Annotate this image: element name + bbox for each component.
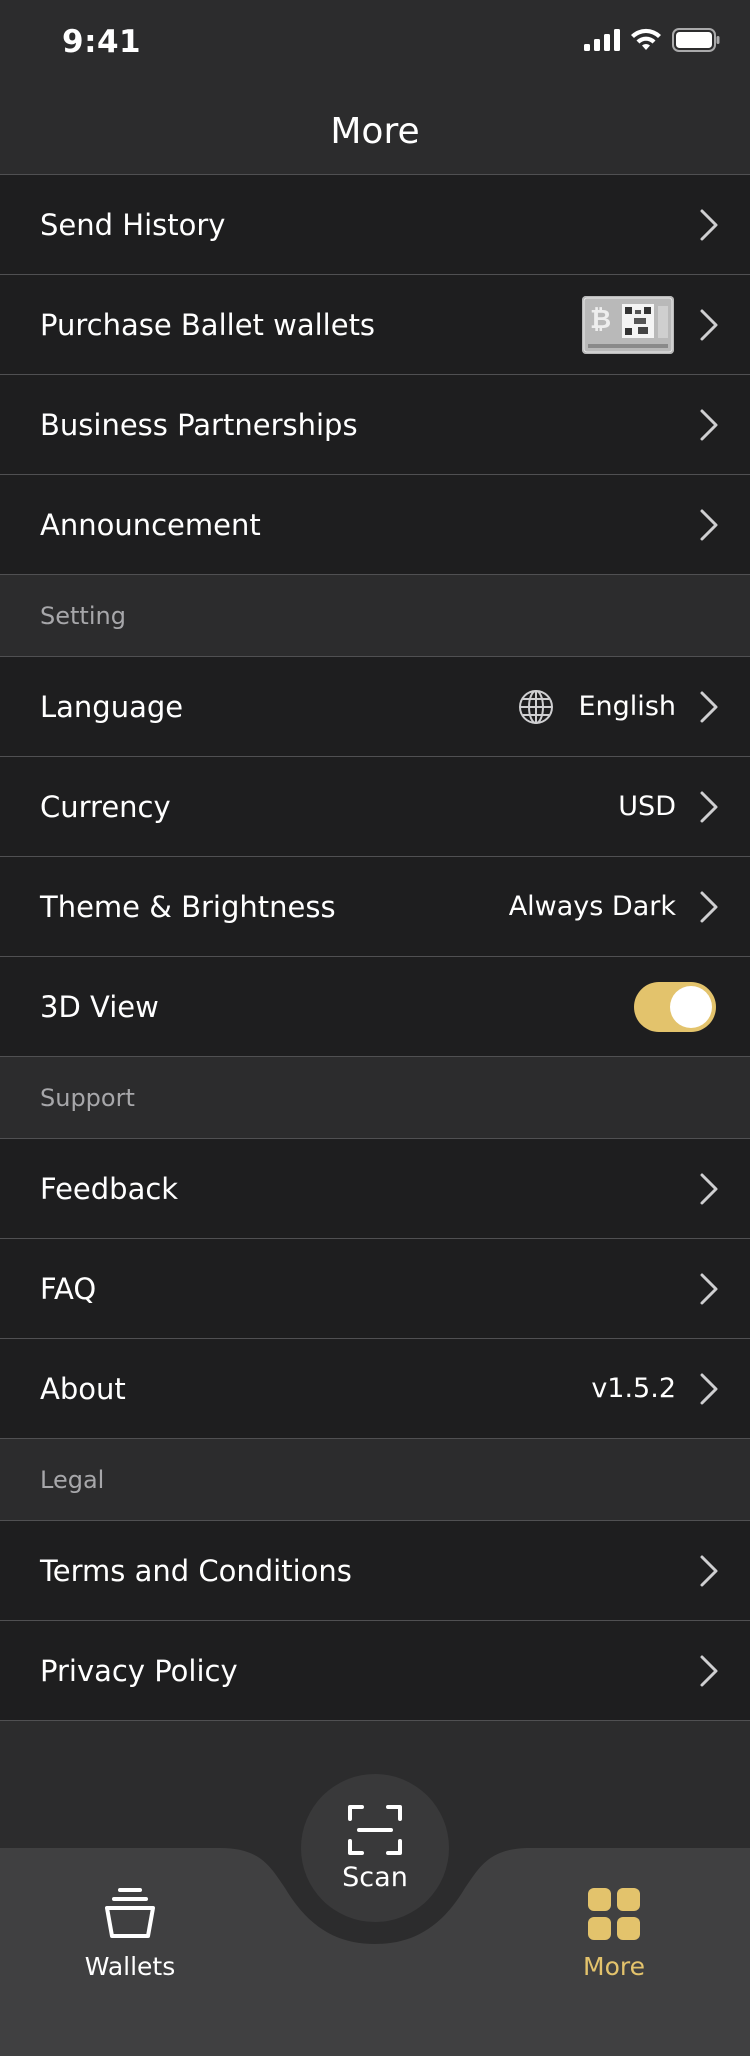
chevron-right-icon: [700, 209, 718, 240]
row-label: Purchase Ballet wallets: [40, 307, 376, 342]
status-icons: [584, 28, 720, 52]
more-grid-icon: [588, 1888, 640, 1940]
cellular-signal-icon: [584, 29, 620, 51]
chevron-right-icon: [700, 309, 718, 340]
row-label: Privacy Policy: [40, 1653, 238, 1688]
chevron-right-icon: [700, 691, 718, 722]
language-row[interactable]: Language English: [0, 657, 750, 757]
section-header-setting: Setting: [0, 575, 750, 657]
3d-view-toggle[interactable]: [634, 981, 716, 1032]
section-label: Support: [40, 1083, 135, 1112]
purchase-ballet-wallets-row[interactable]: Purchase Ballet wallets ₿: [0, 275, 750, 375]
section-header-support: Support: [0, 1057, 750, 1139]
row-label: Theme & Brightness: [40, 889, 336, 924]
status-time: 9:41: [62, 24, 142, 60]
chevron-right-icon: [700, 891, 718, 922]
currency-value: USD: [618, 791, 676, 822]
row-label: Terms and Conditions: [40, 1553, 352, 1588]
row-label: Feedback: [40, 1171, 179, 1206]
row-label: Send History: [40, 207, 226, 242]
wifi-icon: [631, 28, 661, 50]
section-label: Setting: [40, 601, 126, 630]
row-label: Business Partnerships: [40, 407, 358, 442]
section-header-legal: Legal: [0, 1439, 750, 1521]
privacy-policy-row[interactable]: Privacy Policy: [0, 1621, 750, 1721]
wallets-icon: [105, 1888, 155, 1938]
globe-icon: [518, 689, 553, 724]
terms-and-conditions-row[interactable]: Terms and Conditions: [0, 1521, 750, 1621]
row-label: Currency: [40, 789, 171, 824]
status-bar: 9:41: [0, 0, 750, 88]
tab-wallets[interactable]: Wallets: [70, 1886, 190, 1981]
chevron-right-icon: [700, 1173, 718, 1204]
chevron-right-icon: [700, 409, 718, 440]
chevron-right-icon: [700, 791, 718, 822]
row-label: About: [40, 1371, 126, 1406]
chevron-right-icon: [700, 1273, 718, 1304]
about-row[interactable]: About v1.5.2: [0, 1339, 750, 1439]
theme-brightness-row[interactable]: Theme & Brightness Always Dark: [0, 857, 750, 957]
scan-button[interactable]: Scan: [301, 1774, 449, 1922]
page-title: More: [330, 110, 420, 152]
tab-label: More: [583, 1952, 645, 1981]
announcement-row[interactable]: Announcement: [0, 475, 750, 575]
tab-label: Wallets: [84, 1952, 176, 1981]
row-label: Language: [40, 689, 184, 724]
row-label: 3D View: [40, 989, 159, 1024]
chevron-right-icon: [700, 1555, 718, 1586]
3d-view-row: 3D View: [0, 957, 750, 1057]
tab-more[interactable]: More: [554, 1886, 674, 1981]
chevron-right-icon: [700, 1655, 718, 1686]
feedback-row[interactable]: Feedback: [0, 1139, 750, 1239]
send-history-row[interactable]: Send History: [0, 175, 750, 275]
ballet-wallet-card-image: ₿: [582, 295, 674, 354]
section-label: Legal: [40, 1465, 105, 1494]
language-value: English: [578, 691, 677, 722]
chevron-right-icon: [700, 1373, 718, 1404]
theme-value: Always Dark: [508, 891, 676, 922]
business-partnerships-row[interactable]: Business Partnerships: [0, 375, 750, 475]
row-label: FAQ: [40, 1271, 97, 1306]
version-value: v1.5.2: [591, 1373, 676, 1404]
toggle-knob: [670, 985, 712, 1028]
chevron-right-icon: [700, 509, 718, 540]
scan-label: Scan: [342, 1861, 408, 1893]
currency-row[interactable]: Currency USD: [0, 757, 750, 857]
navigation-bar: More: [0, 88, 750, 175]
scan-icon: [348, 1804, 402, 1855]
row-label: Announcement: [40, 507, 261, 542]
battery-icon: [672, 28, 720, 52]
settings-list: Send History Purchase Ballet wallets ₿ B…: [0, 175, 750, 1721]
faq-row[interactable]: FAQ: [0, 1239, 750, 1339]
svg-text:₿: ₿: [590, 305, 611, 335]
